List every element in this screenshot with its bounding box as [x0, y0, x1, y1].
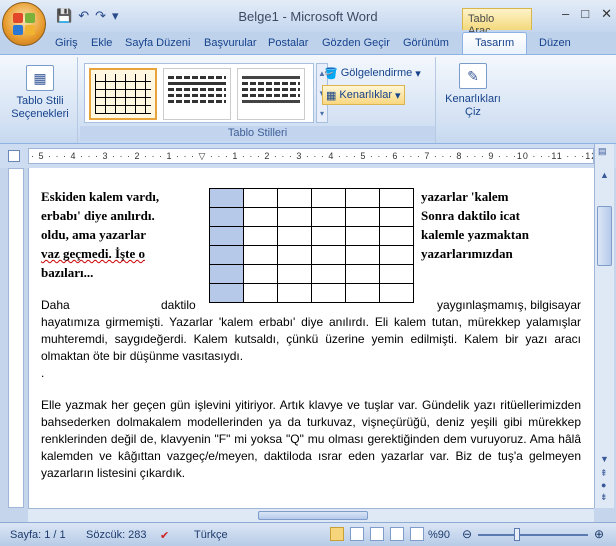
draw-borders-button[interactable]: ✎ Kenarlıkları Çiz — [440, 63, 506, 119]
tab-home[interactable]: Giriş — [55, 37, 78, 49]
table-grid-icon: ▦ — [26, 65, 54, 91]
print-layout-view-icon[interactable] — [330, 527, 344, 541]
zoom-out-icon[interactable]: ⊖ — [462, 527, 472, 541]
borders-label: Kenarlıklar — [339, 89, 392, 101]
draw-borders-label: Kenarlıkları Çiz — [445, 93, 501, 118]
draft-view-icon[interactable] — [410, 527, 424, 541]
zoom-slider-thumb[interactable] — [514, 528, 520, 541]
vertical-ruler[interactable] — [8, 168, 24, 508]
next-page-icon[interactable]: ⇟ — [600, 492, 608, 503]
zoom-in-icon[interactable]: ⊕ — [594, 527, 604, 541]
paint-bucket-icon: 🪣 — [324, 67, 338, 80]
tab-page-layout[interactable]: Sayfa Düzeni — [125, 37, 190, 49]
zoom-slider[interactable] — [478, 534, 588, 536]
previous-page-icon[interactable]: ⇞ — [600, 468, 608, 479]
para1-word-daha: Daha — [41, 298, 70, 312]
horizontal-scroll-thumb[interactable] — [258, 511, 368, 520]
tab-insert[interactable]: Ekle — [91, 37, 112, 49]
tab-review[interactable]: Gözden Geçir — [322, 37, 390, 49]
web-layout-view-icon[interactable] — [370, 527, 384, 541]
office-button[interactable] — [2, 2, 46, 46]
close-button[interactable]: ✕ — [601, 6, 612, 22]
minimize-button[interactable]: – — [562, 6, 569, 22]
table-tools-context-tab: Tablo Araç... — [462, 8, 532, 37]
title-bar: 💾 ↶ ↷ ▾ Belge1 - Microsoft Word Tablo Ar… — [0, 0, 616, 37]
table-style-options-label: Tablo Stili Seçenekleri — [11, 95, 69, 120]
bold-text-right: yazarlar 'kalem Sonra daktilo icat kalem… — [421, 189, 529, 261]
chevron-down-icon: ▾ — [394, 89, 401, 102]
maximize-button[interactable]: □ — [581, 6, 589, 22]
tab-layout[interactable]: Düzen — [539, 37, 571, 49]
tab-references[interactable]: Başvurular — [204, 37, 257, 49]
browse-object-icon[interactable]: ● — [601, 480, 606, 490]
tab-selector-icon[interactable] — [8, 150, 20, 162]
table-style-options-group: ▦ Tablo Stili Seçenekleri — [2, 57, 78, 143]
tab-design[interactable]: Tasarım — [462, 32, 528, 55]
status-bar: Sayfa: 1 / 1 Sözcük: 283 ✔ Türkçe %90 ⊖ … — [0, 522, 616, 546]
ruler-toggle-icon[interactable]: ▤ — [598, 146, 607, 157]
zoom-level[interactable]: %90 — [428, 529, 450, 541]
borders-icon: ▦ — [326, 89, 337, 102]
tab-view[interactable]: Görünüm — [403, 37, 449, 49]
table-styles-group-label: Tablo Stilleri — [80, 126, 435, 141]
table-style-light[interactable] — [237, 68, 305, 120]
draw-borders-group: ✎ Kenarlıkları Çiz — [438, 57, 508, 143]
table-styles-group: ▲▼▾ 🪣 Gölgelendirme ▾ ▦ Kenarlıklar ▾ Ta… — [80, 57, 436, 143]
pencil-icon: ✎ — [459, 63, 487, 89]
vertical-scrollbar[interactable]: ▤ ▲ ▼ ⇞ ● ⇟ — [594, 144, 614, 508]
table-styles-gallery — [84, 63, 314, 123]
paragraph-1: hayatımıza girmemişti. Yazarlar 'kalem e… — [41, 315, 581, 363]
scroll-up-icon[interactable]: ▲ — [600, 170, 609, 180]
vertical-scroll-thumb[interactable] — [597, 206, 612, 266]
document-table[interactable] — [209, 188, 414, 303]
word-count[interactable]: Sözcük: 283 — [86, 529, 147, 541]
para1-word-daktilo: daktilo — [161, 298, 196, 312]
paragraph-dot: . — [41, 366, 45, 380]
table-style-options-button[interactable]: ▦ Tablo Stili Seçenekleri — [6, 65, 74, 121]
para1-first-line-end: yaygınlaşmamış, bilgisayar — [436, 298, 581, 312]
proofing-icon[interactable]: ✔ — [160, 529, 169, 542]
ribbon-tabs: Giriş Ekle Sayfa Düzeni Başvurular Posta… — [0, 32, 616, 55]
shading-button[interactable]: 🪣 Gölgelendirme ▾ — [324, 63, 421, 83]
ribbon: ▦ Tablo Stili Seçenekleri ▲▼▾ 🪣 Gölgelen… — [0, 54, 616, 144]
shading-label: Gölgelendirme — [340, 67, 413, 79]
bold-text-left: Eskiden kalem vardı, erbabı' diye anılır… — [41, 189, 160, 280]
page-indicator[interactable]: Sayfa: 1 / 1 — [10, 529, 66, 541]
table-style-grid[interactable] — [89, 68, 157, 120]
language-indicator[interactable]: Türkçe — [194, 529, 228, 541]
paragraph-2: Elle yazmak her geçen gün işlevini yitir… — [41, 398, 581, 480]
document-page[interactable]: Eskiden kalem vardı, erbabı' diye anılır… — [28, 168, 594, 508]
ruler-bar: · 5 · · · 4 · · · 3 · · · 2 · · · 1 · · … — [0, 144, 616, 168]
outline-view-icon[interactable] — [390, 527, 404, 541]
table-style-plain[interactable] — [163, 68, 231, 120]
scroll-down-icon[interactable]: ▼ — [600, 454, 609, 464]
chevron-down-icon: ▾ — [415, 67, 421, 80]
borders-button[interactable]: ▦ Kenarlıklar ▾ — [322, 85, 405, 105]
full-screen-view-icon[interactable] — [350, 527, 364, 541]
horizontal-scrollbar[interactable] — [28, 508, 594, 522]
office-logo-icon — [13, 13, 35, 35]
tab-mailings[interactable]: Postalar — [268, 37, 308, 49]
horizontal-ruler[interactable]: · 5 · · · 4 · · · 3 · · · 2 · · · 1 · · … — [28, 148, 594, 164]
